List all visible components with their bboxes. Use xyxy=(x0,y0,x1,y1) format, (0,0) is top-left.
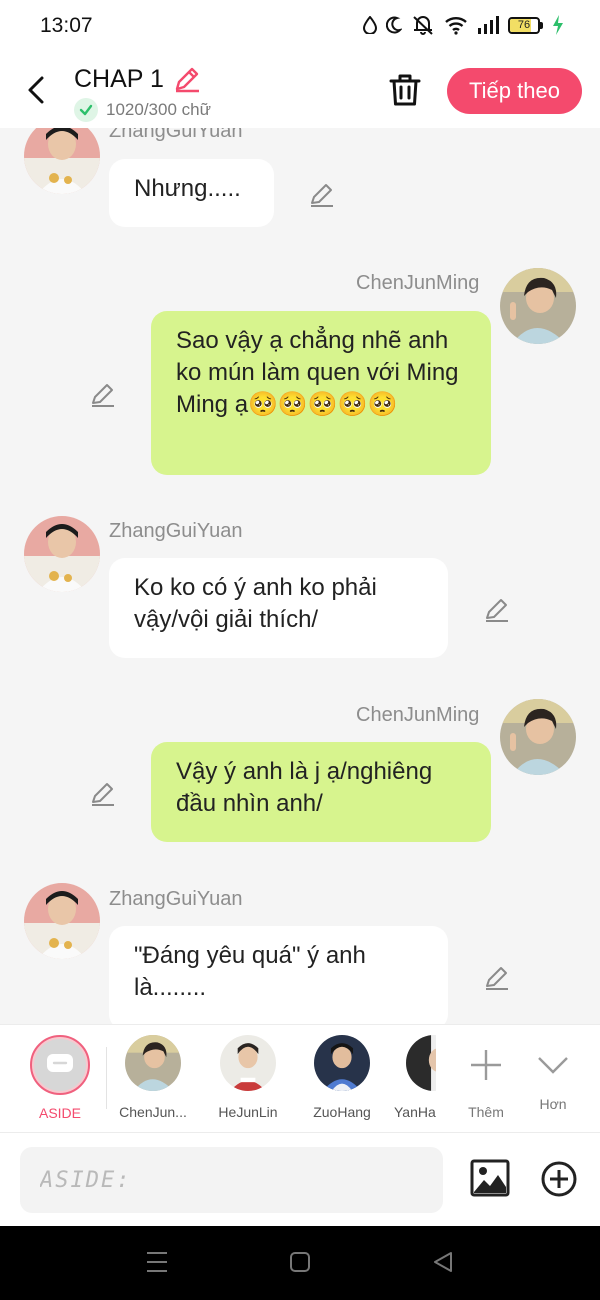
charging-icon xyxy=(553,15,563,35)
edit-icon[interactable] xyxy=(483,595,511,623)
sender-name: ZhangGuiYuan xyxy=(109,128,243,142)
drop-icon xyxy=(363,16,377,34)
avatar-chenjunming[interactable] xyxy=(500,699,576,775)
chat-area[interactable]: ZhangGuiYuan Nhưng..... ChenJunMing Sao … xyxy=(0,128,600,1024)
avatar-zhangguiyuan[interactable] xyxy=(24,516,100,592)
add-character-button[interactable]: Thêm xyxy=(462,1035,510,1120)
more-button[interactable]: Hơn xyxy=(532,1035,574,1112)
message-text: Ko ko có ý anh ko phải vậy/vội giải thíc… xyxy=(134,574,377,633)
character-label: ZuoHang xyxy=(313,1104,371,1120)
header: CHAP 1 1020/300 chữ Tiếp theo xyxy=(0,52,600,128)
battery-icon: 76 xyxy=(508,16,543,34)
aside-label: ASIDE xyxy=(38,1105,81,1121)
back-button[interactable] xyxy=(22,72,52,108)
message-bubble[interactable]: Ko ko có ý anh ko phải vậy/vội giải thíc… xyxy=(109,558,448,658)
sender-name: ZhangGuiYuan xyxy=(109,520,243,542)
avatar xyxy=(406,1035,436,1091)
add-label: Thêm xyxy=(468,1104,504,1120)
delete-button[interactable] xyxy=(388,72,422,108)
edit-icon[interactable] xyxy=(89,779,117,807)
edit-icon[interactable] xyxy=(89,380,117,408)
moon-icon xyxy=(386,16,402,34)
word-count: 1020/300 chữ xyxy=(74,98,211,122)
message-bubble[interactable]: Sao vậy ạ chẳng nhẽ anh ko mún làm quen … xyxy=(151,311,491,475)
status-bar: 13:07 76 xyxy=(0,0,600,52)
navigation-bar xyxy=(0,1226,600,1300)
message-bubble[interactable]: Nhưng..... xyxy=(109,159,274,227)
message-text: "Đáng yêu quá" ý anh là........ xyxy=(134,942,366,1001)
trash-icon xyxy=(389,74,421,106)
character-chenjunming[interactable]: ChenJun... xyxy=(114,1035,192,1120)
sender-name: ChenJunMing xyxy=(356,272,480,294)
chevron-left-icon xyxy=(28,76,44,104)
aside-button[interactable]: ASIDE xyxy=(30,1035,90,1121)
check-icon xyxy=(74,98,98,122)
sender-name: ZhangGuiYuan xyxy=(109,888,243,910)
character-label: HeJunLin xyxy=(218,1104,278,1120)
avatar-zhangguiyuan[interactable] xyxy=(24,128,100,194)
image-button[interactable] xyxy=(470,1159,510,1197)
plus-circle-icon xyxy=(541,1161,577,1197)
signal-icon xyxy=(478,16,499,34)
plus-icon xyxy=(471,1050,501,1080)
back-nav-icon[interactable] xyxy=(432,1250,454,1274)
message-text: Vậy ý anh là j ạ/nghiêng đầu nhìn anh/ xyxy=(176,758,433,817)
sender-name: ChenJunMing xyxy=(356,704,480,726)
edit-icon[interactable] xyxy=(308,180,336,208)
avatar-zhangguiyuan[interactable] xyxy=(24,883,100,959)
character-yanhaoxiang[interactable]: YanHa xyxy=(394,1035,436,1120)
word-count-text: 1020/300 chữ xyxy=(106,100,211,119)
avatar xyxy=(220,1035,276,1091)
message-text: Sao vậy ạ chẳng nhẽ anh ko mún làm quen … xyxy=(176,327,459,418)
divider xyxy=(106,1047,107,1109)
status-icons: 76 xyxy=(363,15,564,35)
more-label: Hơn xyxy=(539,1096,567,1112)
next-button[interactable]: Tiếp theo xyxy=(447,68,582,114)
chapter-title: CHAP 1 xyxy=(74,64,164,93)
bell-off-icon xyxy=(413,16,433,35)
home-icon[interactable] xyxy=(289,1250,311,1274)
character-bar: ASIDE ChenJun... HeJunLin ZuoHang YanHa … xyxy=(0,1024,600,1132)
menu-icon[interactable] xyxy=(146,1250,168,1274)
wifi-icon xyxy=(445,16,467,35)
chapter-title-group[interactable]: CHAP 1 xyxy=(74,64,202,94)
avatar xyxy=(314,1035,370,1091)
add-button[interactable] xyxy=(540,1160,578,1198)
battery-level: 76 xyxy=(517,19,531,31)
avatar xyxy=(125,1035,181,1091)
character-hejunlin[interactable]: HeJunLin xyxy=(212,1035,284,1120)
message-bubble[interactable]: Vậy ý anh là j ạ/nghiêng đầu nhìn anh/ xyxy=(151,742,491,842)
message-text: Nhưng..... xyxy=(134,175,241,202)
message-bubble[interactable]: "Đáng yêu quá" ý anh là........ xyxy=(109,926,448,1024)
avatar-chenjunming[interactable] xyxy=(500,268,576,344)
status-time: 13:07 xyxy=(40,14,93,37)
chevron-down-icon xyxy=(538,1057,568,1074)
image-icon xyxy=(470,1159,510,1197)
pencil-icon[interactable] xyxy=(172,64,202,94)
input-bar xyxy=(0,1132,600,1226)
edit-icon[interactable] xyxy=(483,963,511,991)
character-label: YanHa xyxy=(394,1104,436,1120)
aside-input[interactable] xyxy=(20,1147,443,1213)
character-label: ChenJun... xyxy=(119,1104,187,1120)
aside-icon xyxy=(47,1054,73,1072)
character-zuohang[interactable]: ZuoHang xyxy=(306,1035,378,1120)
